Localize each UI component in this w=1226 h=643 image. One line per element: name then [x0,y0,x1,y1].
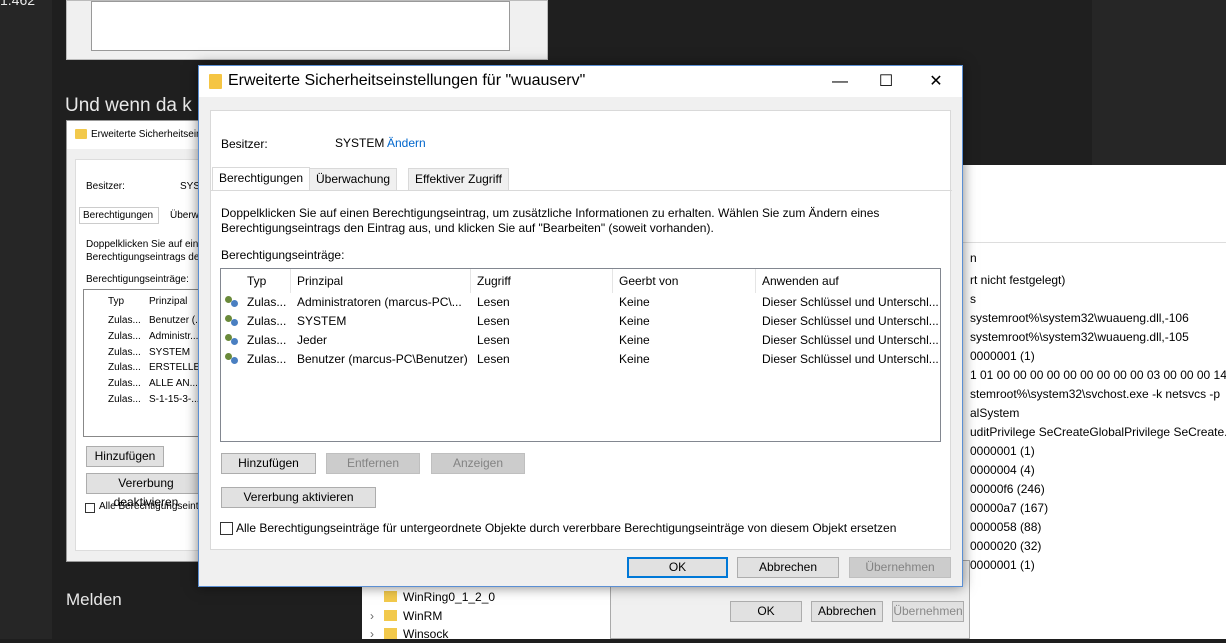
background-add-button[interactable]: Hinzufügen [86,446,164,467]
minimize-button[interactable]: — [817,66,863,97]
column-header-access[interactable]: Zugriff [471,269,613,293]
ok-button[interactable]: OK [627,557,728,578]
registry-value[interactable]: 1 01 00 00 00 00 00 00 00 00 00 03 00 00… [970,366,1226,385]
background-ok-button[interactable]: OK [730,601,802,622]
users-icon [225,334,240,347]
tree-item[interactable]: › WinRM [370,607,442,625]
maximize-button[interactable]: ☐ [863,66,909,97]
background-dialog-top [66,0,548,60]
registry-value[interactable]: 0000001 (1) [970,347,1035,366]
view-button[interactable]: Anzeigen [431,453,525,474]
registry-value[interactable]: n [970,249,977,268]
close-button[interactable]: ✕ [913,66,959,97]
registry-values-pane: n rt nicht festgelegt) s systemroot%\sys… [962,165,1226,639]
users-icon [225,315,240,328]
permission-row[interactable]: Zulas... SYSTEM Lesen Keine Dieser Schlü… [221,312,940,331]
background-apply-button[interactable]: Übernehmen [892,601,964,622]
tree-item[interactable]: › Winsock [370,625,448,643]
enable-inheritance-button[interactable]: Vererbung aktivieren [221,487,376,508]
remove-button[interactable]: Entfernen [326,453,420,474]
permission-row[interactable]: Zulas... Benutzer (marcus-PC\Benutzer) L… [221,350,940,369]
registry-value[interactable]: 00000a7 (167) [970,499,1048,518]
registry-value[interactable]: rt nicht festgelegt) [970,271,1065,290]
background-footer-link[interactable]: Melden [66,590,122,610]
registry-value[interactable]: 0000001 (1) [970,556,1035,575]
users-icon [225,353,240,366]
registry-value[interactable]: alSystem [970,404,1019,423]
tab-effective-access[interactable]: Effektiver Zugriff [408,168,509,191]
background-cancel-button[interactable]: Abbrechen [811,601,883,622]
chevron-right-icon[interactable]: › [370,625,374,643]
registry-value[interactable]: 0000001 (1) [970,442,1035,461]
registry-value[interactable]: systemroot%\system32\wuaueng.dll,-105 [970,328,1189,347]
registry-value[interactable]: 0000020 (32) [970,537,1041,556]
permissions-description: Doppelklicken Sie auf einen Berechtigung… [221,206,880,235]
registry-value[interactable]: 0000004 (4) [970,461,1035,480]
dialog-titlebar[interactable]: Erweiterte Sicherheitseinstellungen für … [199,66,962,97]
change-owner-link[interactable]: Ändern [387,136,426,150]
permission-entries-list[interactable]: Typ Prinzipal Zugriff Geerbt von Anwende… [220,268,941,442]
registry-value[interactable]: uditPrivilege SeCreateGlobalPrivilege Se… [970,423,1226,442]
tab-auditing[interactable]: Überwachung [309,168,398,191]
advanced-security-dialog: Erweiterte Sicherheitseinstellungen für … [198,65,963,587]
folder-icon [384,591,397,602]
cancel-button[interactable]: Abbrechen [737,557,839,578]
registry-value[interactable]: s [970,290,976,309]
owner-value: SYSTEM [335,136,385,150]
background-replace-checkbox[interactable] [85,503,95,513]
users-icon [225,296,240,309]
background-inherit-button[interactable]: Vererbung deaktivieren [86,473,205,509]
folder-icon [75,129,87,139]
dialog-title: Erweiterte Sicherheitseinstellungen für … [228,72,586,89]
registry-tree: WinRing0_1_2_0 › WinRM › Winsock [362,586,610,641]
entries-label: Berechtigungseinträge: [221,248,345,262]
registry-value[interactable]: stemroot%\system32\svchost.exe -k netsvc… [970,385,1220,404]
add-button[interactable]: Hinzufügen [221,453,316,474]
background-dialog-left: Erweiterte Sicherheitsein Besitzer: SYS … [66,120,206,562]
tab-permissions[interactable]: Berechtigungen [212,167,311,191]
column-header-inherited[interactable]: Geerbt von [613,269,756,293]
replace-child-permissions-checkbox[interactable] [220,522,233,535]
permission-row[interactable]: Zulas... Administratoren (marcus-PC\... … [221,293,940,312]
apply-button[interactable]: Übernehmen [849,557,951,578]
folder-icon [384,610,397,621]
registry-value[interactable]: systemroot%\system32\wuaueng.dll,-106 [970,309,1189,328]
background-heading: Und wenn da k [65,95,192,116]
chevron-right-icon[interactable]: › [370,607,374,625]
background-corner-text: 1.462 [0,0,36,8]
registry-value[interactable]: 0000058 (88) [970,518,1041,537]
tree-item[interactable]: WinRing0_1_2_0 [370,588,495,606]
replace-child-permissions-label: Alle Berechtigungseinträge für untergeor… [236,521,897,535]
column-header-principal[interactable]: Prinzipal [291,269,471,293]
owner-label: Besitzer: [221,137,268,151]
background-left-panel [0,0,52,639]
folder-icon [384,628,397,639]
background-right-panel [1092,0,1226,165]
registry-value[interactable]: 00000f6 (246) [970,480,1045,499]
column-header-applies-to[interactable]: Anwenden auf [756,269,940,293]
column-header-type[interactable]: Typ [241,269,291,293]
folder-icon [209,74,222,89]
permission-row[interactable]: Zulas... Jeder Lesen Keine Dieser Schlüs… [221,331,940,350]
